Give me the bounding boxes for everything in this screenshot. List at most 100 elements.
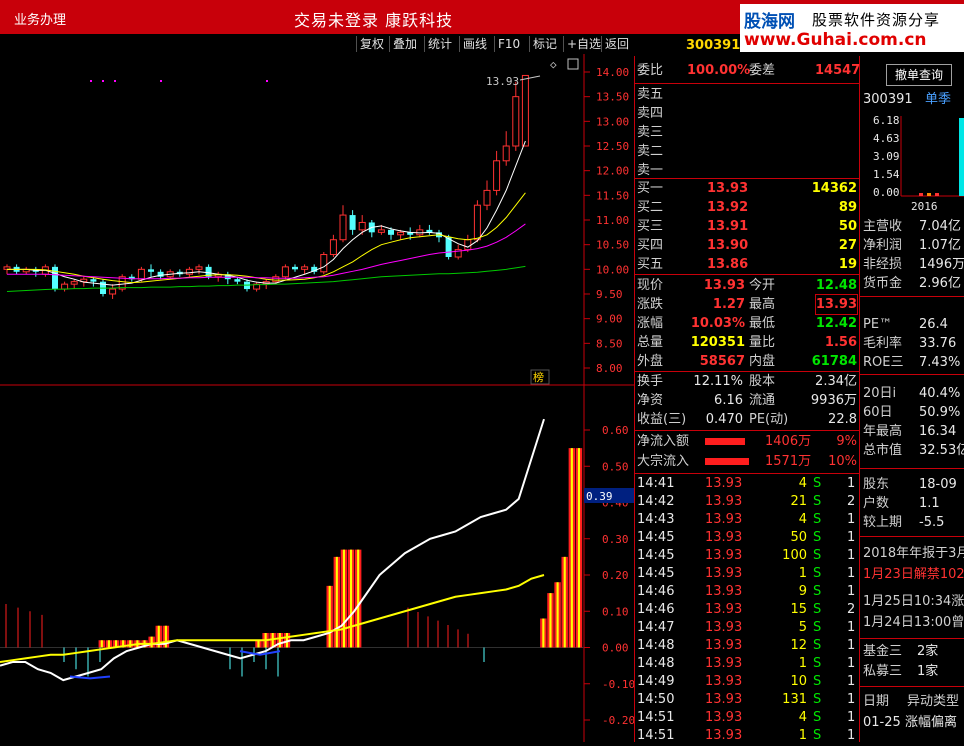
tick-volume: 5 [798, 620, 807, 635]
rank-badge[interactable]: 榜 [533, 370, 544, 384]
side-info-value: 7.04亿 [919, 219, 961, 234]
buy-level-row[interactable]: 买五 13.86 19 [635, 255, 859, 274]
tick-volume: 21 [790, 494, 807, 509]
buy-level-row[interactable]: 买二 13.92 89 [635, 198, 859, 217]
toolbar-draw-button[interactable]: 画线 [459, 36, 490, 52]
institution-value: 1家 [917, 664, 939, 679]
season-selector[interactable]: 单季 [925, 90, 951, 109]
buy-level-row[interactable]: 买一 13.93 14362 [635, 179, 859, 198]
indicator-bar-inner [577, 448, 581, 648]
indicator-bar-inner [150, 636, 153, 648]
indicator-axis-tick: 0.30 [602, 533, 629, 546]
kline-chart-area[interactable]: 14.00 13.50 13.00 12.50 12.00 11.50 11.00 10.50… [0, 54, 635, 742]
toolbar-stats-button[interactable]: 统计 [424, 36, 455, 52]
tick-side: S [813, 548, 822, 563]
fund-value: 0.470 [705, 412, 743, 427]
fund-value: 22.8 [828, 412, 857, 427]
sell-level-row[interactable]: 卖五 [635, 85, 859, 104]
tick-row: 14:51 13.93 1 S 1 [635, 727, 859, 745]
price-axis-tick: 10.50 [596, 239, 629, 252]
mini-bar [919, 193, 923, 196]
side-info-row: 60日 50.9% [859, 403, 964, 422]
news-item[interactable]: 1月25日10:34涨 [859, 592, 964, 611]
price-axis-tick: 9.00 [596, 313, 623, 326]
news-item[interactable]: 1月23日解禁102 [859, 565, 964, 584]
fundamental-side-panel: 300391 单季 6.18 4.63 3.09 1.54 0.00 2016 主营收 7.… [859, 56, 964, 742]
toolbar-watchlist-button[interactable]: +自选 [563, 36, 604, 52]
tick-time: 14:43 [637, 512, 675, 527]
indicator-bar-inner [257, 640, 260, 648]
side-info-label: PE™ [863, 317, 893, 332]
stat-value: 120351 [690, 335, 745, 350]
buy-level-row[interactable]: 买四 13.90 27 [635, 236, 859, 255]
logo-slogan: 股票软件资源分享 [812, 11, 941, 29]
side-info-label: 年最高 [863, 424, 903, 439]
side-info-value: 33.76 [919, 336, 957, 351]
sell-level-row[interactable]: 卖四 [635, 104, 859, 123]
indicator-bar-inner [335, 556, 338, 648]
mini-axis-tick: 1.54 [873, 168, 900, 181]
toolbar-back-button[interactable]: 返回 [601, 36, 632, 52]
side-info-label: 货币金 [863, 276, 903, 291]
side-info-value: 40.4% [919, 386, 961, 401]
side-info-value: 2.96亿 [919, 276, 961, 291]
side-info-value: 32.53亿 [919, 443, 964, 458]
stat-value: 12.42 [815, 316, 857, 331]
institution-label: 基金三 [863, 644, 903, 659]
fund-label: 净资 [637, 393, 664, 408]
candle-body [358, 221, 366, 231]
fund-label: 股本 [749, 374, 776, 389]
indicator-axis-tick: -0.10 [602, 678, 634, 691]
toolbar-f10-button[interactable]: F10 [494, 36, 523, 52]
candle-body [90, 279, 97, 282]
tick-time: 14:42 [637, 494, 675, 509]
tick-price: 13.93 [705, 692, 743, 707]
tick-side: S [813, 476, 822, 491]
price-axis-tick: 11.00 [596, 214, 629, 227]
indicator-axis-tick: 0.00 [602, 642, 629, 655]
quote-panel: 委比 100.00% 委差 14547 卖五 卖四 卖三 卖二 卖一 买一 13.93 14… [634, 56, 860, 745]
flow-value: 1571万 [765, 454, 812, 469]
tick-side: S [813, 656, 822, 671]
toolbar-mark-button[interactable]: 标记 [529, 36, 560, 52]
side-info-row: 较上期 -5.5 [859, 513, 964, 532]
mini-axis-tick: 0.00 [873, 186, 900, 199]
sell-level-row[interactable]: 卖二 [635, 142, 859, 161]
buy-level-label: 买四 [637, 238, 664, 253]
weicha-label: 委差 [749, 63, 776, 78]
abnormal-table-row[interactable]: 01-25 涨幅偏离 [859, 713, 964, 732]
news-item[interactable]: 2018年年报于3月 [859, 544, 964, 563]
kline-chart[interactable]: 14.00 13.50 13.00 12.50 12.00 11.50 11.00 10.50… [0, 54, 635, 742]
tick-price: 13.93 [705, 620, 743, 635]
indicator-bar-inner [107, 640, 110, 648]
news-item[interactable]: 1月24日13:00曾 [859, 613, 964, 632]
tick-volume: 4 [798, 512, 807, 527]
indicator-axis-tick: 0.60 [602, 424, 629, 437]
toolbar-fuquan-button[interactable]: 复权 [356, 36, 387, 52]
buy-level-price: 13.93 [707, 181, 749, 196]
quote-stat-row: 总量 120351 量比 1.56 [635, 333, 859, 352]
stat-label: 外盘 [637, 354, 664, 369]
indicator-axis-tick: -0.20 [602, 714, 634, 727]
stat-value: 58567 [699, 354, 745, 369]
side-info-value: 1496万 [919, 257, 964, 272]
toolbar-overlay-button[interactable]: 叠加 [389, 36, 420, 52]
candle-body [301, 266, 309, 270]
stat-label: 最低 [749, 316, 776, 331]
tick-count: 1 [847, 638, 856, 653]
buy-level-price: 13.90 [707, 238, 749, 253]
sell-level-row[interactable]: 卖三 [635, 123, 859, 142]
signal-dot [160, 80, 162, 82]
sell-level-label: 卖四 [637, 106, 664, 121]
tick-time: 14:45 [637, 530, 675, 545]
buy-level-label: 买三 [637, 219, 664, 234]
tick-price: 13.93 [705, 674, 743, 689]
fundamental-row: 收益(三) 0.470 PE(动) 22.8 [635, 410, 859, 429]
candle-body [349, 215, 356, 230]
window-title: 交易未登录 康跃科技 [294, 11, 454, 30]
business-menu[interactable]: 业务办理 [14, 9, 66, 28]
buy-level-row[interactable]: 买三 13.91 50 [635, 217, 859, 236]
price-axis-tick: 11.50 [596, 189, 629, 202]
diamond-icon[interactable]: ◇ [550, 58, 557, 71]
buy-level-label: 买五 [637, 257, 664, 272]
